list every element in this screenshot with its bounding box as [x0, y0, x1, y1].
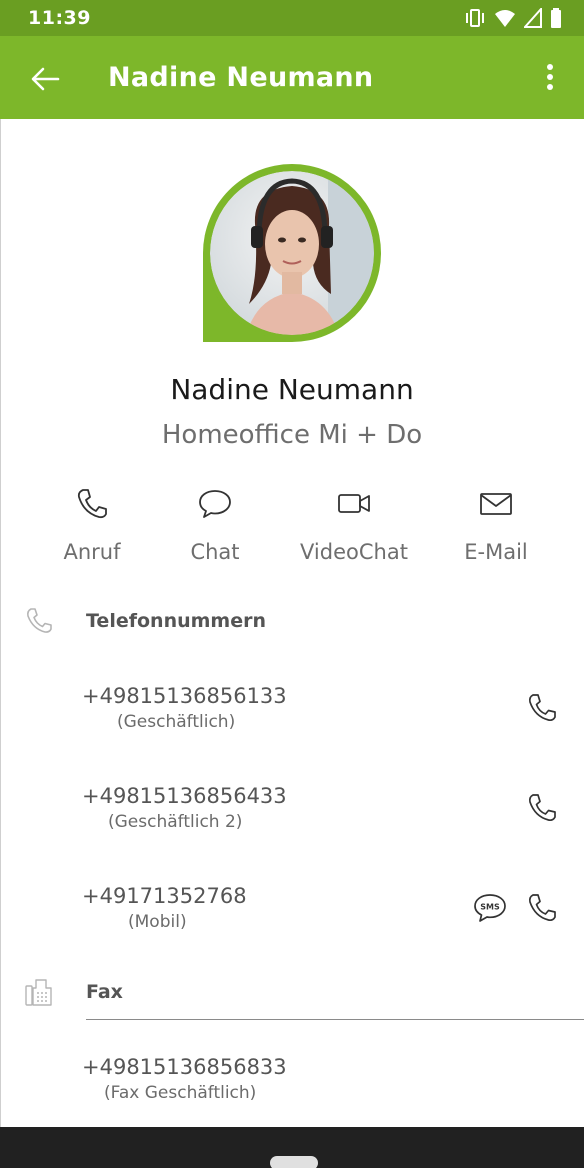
phone-icon[interactable] [526, 692, 558, 724]
system-nav-bar [0, 1127, 584, 1168]
status-bar: 11:39 [0, 0, 584, 36]
call-action[interactable]: Anruf [22, 486, 162, 564]
video-camera-icon [338, 494, 370, 513]
email-action-label: E-Mail [464, 540, 528, 564]
contact-name: Nadine Neumann [170, 373, 414, 406]
phone-number-row[interactable]: +49815136856433 (Geschäftlich 2) [0, 784, 584, 850]
phone-icon [77, 489, 107, 519]
chat-action-label: Chat [190, 540, 240, 564]
phone-number-row[interactable]: +49171352768 (Mobil) SMS [0, 884, 584, 950]
phone-icon[interactable] [526, 892, 558, 924]
email-action[interactable]: E-Mail [426, 486, 566, 564]
chat-bubble-icon [199, 490, 231, 518]
fax-section-header: Fax [0, 973, 584, 1013]
phone-number: +49815136856433 [82, 784, 287, 808]
status-time: 11:39 [28, 7, 91, 29]
fax-type: (Fax Geschäftlich) [104, 1083, 257, 1103]
videochat-action-label: VideoChat [300, 540, 408, 564]
app-bar: Nadine Neumann [0, 36, 584, 119]
status-icons [464, 8, 562, 28]
phone-type: (Geschäftlich 2) [108, 812, 243, 832]
fax-divider [86, 1019, 584, 1020]
fax-icon [25, 979, 52, 1006]
call-action-label: Anruf [63, 540, 121, 564]
sms-icon[interactable]: SMS [472, 892, 508, 924]
phone-number: +49171352768 [82, 884, 247, 908]
svg-text:SMS: SMS [480, 903, 500, 912]
phone-number-row[interactable]: +49815136856133 (Geschäftlich) [0, 684, 584, 750]
cell-signal-icon [524, 8, 542, 28]
home-handle[interactable] [270, 1156, 318, 1168]
chat-action[interactable]: Chat [145, 486, 285, 564]
fax-number: +49815136856833 [82, 1055, 287, 1079]
fax-number-row[interactable]: +49815136856833 (Fax Geschäftlich) [0, 1055, 584, 1121]
wifi-icon [495, 10, 515, 27]
phone-outline-icon [27, 608, 52, 633]
phone-number: +49815136856133 [82, 684, 287, 708]
app-bar-title: Nadine Neumann [108, 62, 374, 93]
envelope-icon [480, 493, 512, 515]
phone-icon[interactable] [526, 792, 558, 824]
battery-icon [551, 8, 561, 28]
vibrate-icon [466, 9, 484, 27]
avatar-photo [203, 164, 381, 342]
avatar [203, 164, 381, 342]
more-vertical-icon[interactable] [536, 60, 564, 96]
contact-status: Homeoffice Mi + Do [161, 420, 423, 450]
phone-type: (Geschäftlich) [117, 712, 236, 732]
phone-type: (Mobil) [128, 912, 187, 932]
phones-section-header: Telefonnummern [0, 602, 584, 642]
videochat-action[interactable]: VideoChat [284, 486, 424, 564]
phones-section-title: Telefonnummern [86, 610, 266, 632]
arrow-left-icon[interactable] [28, 62, 62, 96]
fax-section-title: Fax [86, 981, 123, 1003]
